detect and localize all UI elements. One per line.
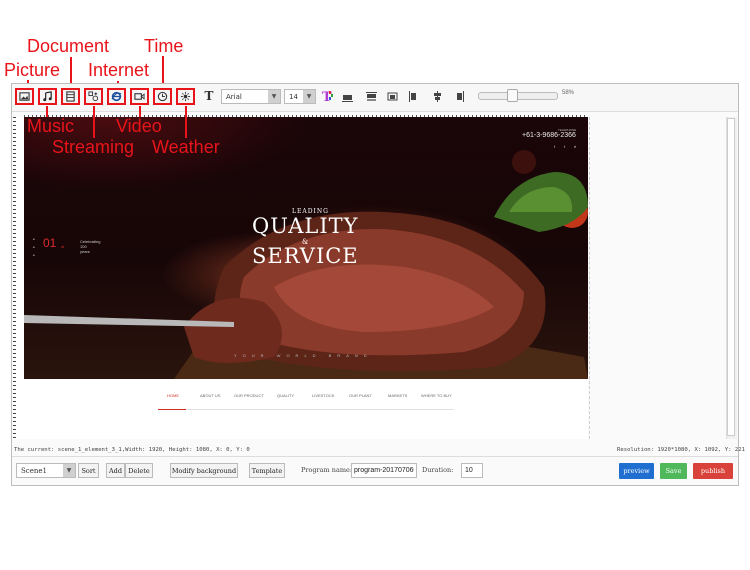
canvas-headline-service: SERVICE [252, 244, 359, 268]
callout-document: Document [27, 36, 110, 56]
callout-line-streaming [93, 106, 95, 138]
callout-music: Music [27, 116, 75, 136]
canvas-headline-quality: QUALITY [252, 214, 359, 238]
align-right-button[interactable] [452, 89, 467, 104]
chevron-down-icon: ▼ [63, 464, 75, 477]
font-size-select[interactable]: 14 ▼ [284, 89, 316, 104]
modify-background-button[interactable]: Modify background [170, 463, 238, 478]
align-top-button[interactable] [364, 89, 379, 104]
nav-home-underline [158, 409, 186, 410]
align-top-icon [366, 92, 377, 101]
callout-picture: Picture [4, 60, 61, 80]
font-select-value: Arial [226, 93, 242, 101]
chevron-down-icon: ▼ [268, 90, 280, 103]
internet-explorer-icon [111, 91, 122, 102]
status-current: The current: scene_1_element_3_1,Width: … [14, 447, 250, 453]
duration-input[interactable] [461, 463, 483, 478]
preview-button[interactable]: preview [619, 463, 654, 479]
nav-markets: MARKETS [388, 393, 408, 398]
callout-line-music [46, 106, 48, 117]
internet-button[interactable] [107, 88, 126, 105]
chevron-down-icon: ▼ [303, 90, 315, 103]
clock-icon [157, 91, 168, 102]
time-button[interactable] [153, 88, 172, 105]
save-button[interactable]: Save [660, 463, 687, 479]
nav-livestock: LIVESTOCK [312, 393, 335, 398]
sun-icon [180, 91, 191, 102]
align-center-button[interactable] [430, 89, 445, 104]
document-button[interactable] [61, 88, 80, 105]
scene-select-value: Scene1 [21, 467, 47, 475]
canvas-years-unit: st [61, 244, 65, 249]
canvas-social-twitter: t [564, 144, 566, 149]
callout-weather: Weather [152, 137, 220, 157]
nav-home: HOME [167, 393, 179, 398]
program-name-label: Program name: [301, 466, 353, 474]
zoom-slider[interactable] [478, 92, 558, 100]
music-note-icon [43, 91, 52, 102]
canvas-years-text-3: years [80, 249, 90, 254]
duration-label: Duration: [422, 466, 454, 474]
nav-divider [186, 409, 454, 410]
callout-line-video [139, 106, 141, 117]
align-middle-button[interactable] [385, 89, 400, 104]
right-canvas-area [589, 117, 727, 439]
align-center-icon [434, 91, 441, 102]
align-bottom-icon [342, 95, 353, 102]
nav-where-to-buy: WHERE TO BUY [421, 393, 452, 398]
canvas-bullet-dots: • • • [33, 237, 35, 259]
align-bottom-button[interactable] [340, 89, 355, 104]
nav-our-product: OUR PRODUCT [234, 393, 264, 398]
align-left-button[interactable] [406, 89, 421, 104]
align-left-icon [409, 91, 416, 102]
font-select[interactable]: Arial ▼ [221, 89, 281, 104]
nav-about-us: ABOUT US [200, 393, 221, 398]
streaming-button[interactable] [84, 88, 103, 105]
program-name-input[interactable] [351, 463, 417, 478]
align-right-icon [457, 91, 464, 102]
add-button[interactable]: Add [106, 463, 125, 478]
font-size-value: 14 [289, 93, 298, 101]
callout-line-weather [185, 106, 187, 138]
text-color-icon: T [322, 90, 333, 105]
weather-button[interactable] [176, 88, 195, 105]
zoom-value: 58% [562, 90, 575, 96]
music-button[interactable] [38, 88, 57, 105]
status-divider [12, 456, 738, 457]
canvas-phone: +61-3-9686-2366 [522, 132, 576, 139]
callout-time: Time [144, 36, 184, 56]
video-button[interactable] [130, 88, 149, 105]
callout-internet: Internet [88, 60, 150, 80]
video-camera-icon [134, 93, 145, 100]
template-button[interactable]: Template [249, 463, 285, 478]
text-tool-button[interactable]: T [202, 88, 216, 105]
callout-streaming: Streaming [52, 137, 135, 157]
delete-button[interactable]: Delete [125, 463, 153, 478]
sort-button[interactable]: Sort [78, 463, 99, 478]
canvas-social-weibo: é [574, 144, 577, 149]
publish-button[interactable]: publish [693, 463, 733, 479]
scene-select[interactable]: Scene1 ▼ [16, 463, 76, 478]
picture-button[interactable] [15, 88, 34, 105]
nav-quality: QUALITY [277, 393, 295, 398]
streaming-icon [88, 91, 99, 102]
picture-icon [19, 92, 30, 101]
zoom-slider-thumb[interactable] [507, 89, 518, 102]
document-icon [66, 91, 75, 102]
vertical-scrollbar-thumb[interactable] [727, 118, 735, 436]
align-middle-icon [387, 92, 398, 101]
text-color-button[interactable]: T [320, 88, 335, 105]
canvas-tagline: YOUR WORLD BRAND [234, 353, 373, 358]
canvas-social-facebook: f [554, 144, 556, 149]
callout-video: Video [116, 116, 162, 136]
nav-our-plant: OUR PLANT [349, 393, 372, 398]
canvas-years-number: 01 [43, 236, 57, 250]
status-resolution: Resolution: 1920*1080, X: 1092, Y: 221 [617, 447, 745, 453]
